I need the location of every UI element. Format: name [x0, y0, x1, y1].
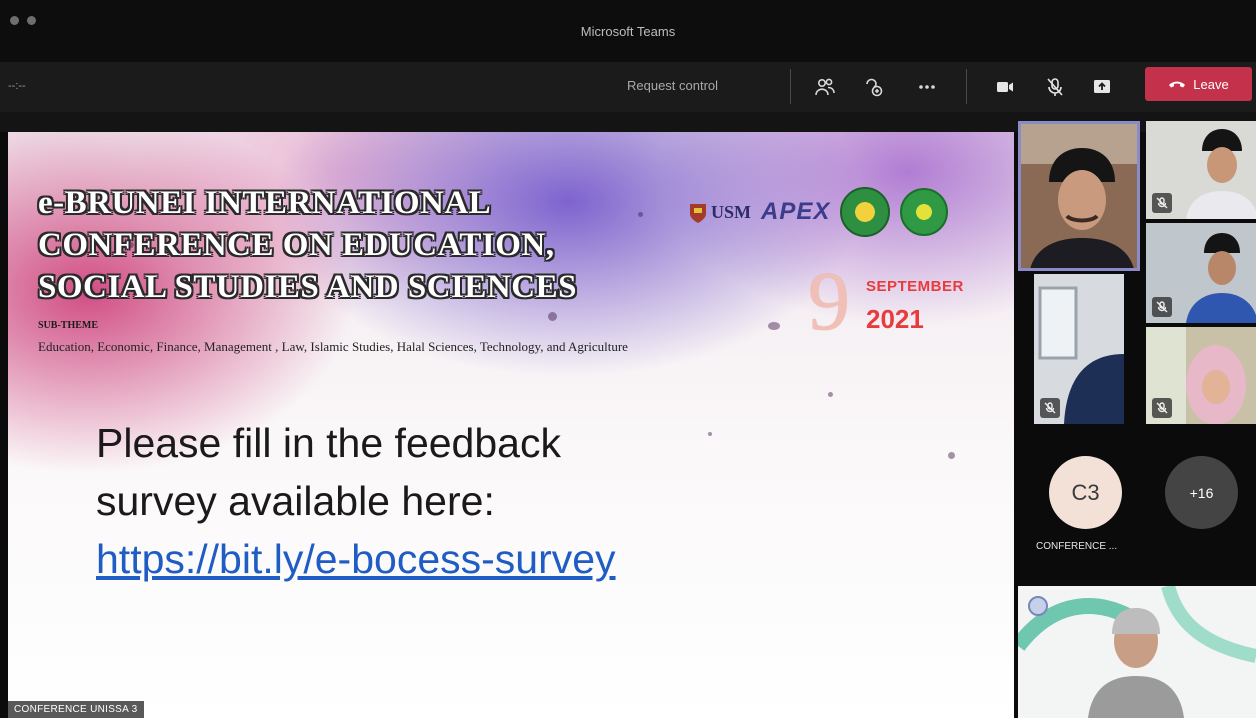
participant-video-tile[interactable] — [1146, 223, 1256, 323]
camera-toggle-button[interactable] — [991, 73, 1019, 101]
crest-icon — [690, 204, 706, 223]
participant-video-tile[interactable] — [1034, 274, 1124, 424]
survey-link[interactable]: https://bit.ly/e-bocess-survey — [96, 536, 616, 582]
mic-off-icon — [1047, 78, 1063, 96]
feedback-line: survey available here: — [96, 478, 495, 524]
more-options-button[interactable] — [913, 73, 941, 101]
participant-avatar-name: CONFERENCE ... — [1036, 541, 1118, 552]
decorative-splatter — [828, 392, 833, 397]
participant-video-tile[interactable] — [1146, 121, 1256, 219]
decorative-splatter — [948, 452, 955, 459]
muted-indicator — [1152, 297, 1172, 317]
leave-button[interactable]: Leave — [1145, 67, 1252, 101]
slide-title: e-BRUNEI INTERNATIONAL CONFERENCE ON EDU… — [38, 182, 577, 308]
share-tray-button[interactable] — [860, 73, 888, 101]
decorative-splatter — [638, 212, 643, 217]
more-participants-button[interactable]: +16 — [1165, 456, 1238, 529]
slide-title-line: e-BRUNEI INTERNATIONAL — [38, 185, 492, 221]
decorative-splatter — [548, 312, 557, 321]
participant-video-tile[interactable] — [1146, 327, 1256, 424]
sponsor-logos: USM APEX — [688, 187, 949, 237]
usm-logo: USM — [688, 200, 751, 224]
participants-icon — [815, 78, 835, 96]
decorative-splatter — [768, 322, 780, 330]
subtheme-text: Education, Economic, Finance, Management… — [38, 339, 628, 354]
feedback-line: Please fill in the feedback — [96, 420, 561, 466]
participant-video-tile-self[interactable] — [1018, 586, 1256, 718]
muted-indicator — [1152, 193, 1172, 213]
title-bar: Microsoft Teams — [0, 0, 1256, 62]
meeting-timer: --:-- — [8, 80, 26, 92]
apex-logo: APEX — [761, 198, 831, 225]
event-date-day: 9 — [808, 255, 850, 348]
institute-seal-logo — [900, 188, 949, 236]
presenter-name-label: CONFERENCE UNISSA 3 — [8, 701, 144, 718]
participant-avatar[interactable]: C3 — [1049, 456, 1122, 529]
mic-off-icon — [1156, 301, 1168, 313]
mic-off-icon — [1044, 402, 1056, 414]
feedback-message: Please fill in the feedback survey avail… — [96, 414, 876, 588]
muted-indicator — [1040, 398, 1060, 418]
shared-screen: e-BRUNEI INTERNATIONAL CONFERENCE ON EDU… — [8, 132, 1014, 718]
participant-video — [1018, 586, 1256, 718]
mic-off-icon — [1156, 197, 1168, 209]
event-date-month: SEPTEMBER — [866, 278, 964, 295]
more-options-icon — [919, 85, 935, 89]
participant-video-tile-active[interactable] — [1018, 121, 1140, 271]
toolbar-divider — [966, 69, 967, 104]
share-screen-button[interactable] — [1088, 73, 1116, 101]
university-seal-logo — [840, 187, 891, 237]
usm-logo-text: USM — [711, 201, 751, 222]
participant-video — [1021, 124, 1137, 268]
participants-button[interactable] — [811, 73, 839, 101]
request-control-button[interactable]: Request control — [627, 78, 718, 93]
leave-label: Leave — [1193, 76, 1229, 92]
event-date-year: 2021 — [866, 304, 924, 334]
slide-title-line: CONFERENCE ON EDUCATION, — [38, 227, 555, 263]
share-screen-icon — [1094, 80, 1110, 93]
share-tray-icon — [866, 78, 883, 97]
muted-indicator — [1152, 398, 1172, 418]
meeting-toolbar: --:-- Request control Leave — [0, 62, 1256, 112]
toolbar-divider — [790, 69, 791, 104]
hang-up-icon — [1169, 81, 1186, 88]
camera-icon — [997, 82, 1013, 92]
mic-off-icon — [1156, 402, 1168, 414]
app-title: Microsoft Teams — [580, 24, 676, 39]
slide-title-line: SOCIAL STUDIES AND SCIENCES — [38, 269, 577, 305]
mic-toggle-button[interactable] — [1041, 73, 1069, 101]
subtheme-label: SUB-THEME — [38, 320, 99, 331]
